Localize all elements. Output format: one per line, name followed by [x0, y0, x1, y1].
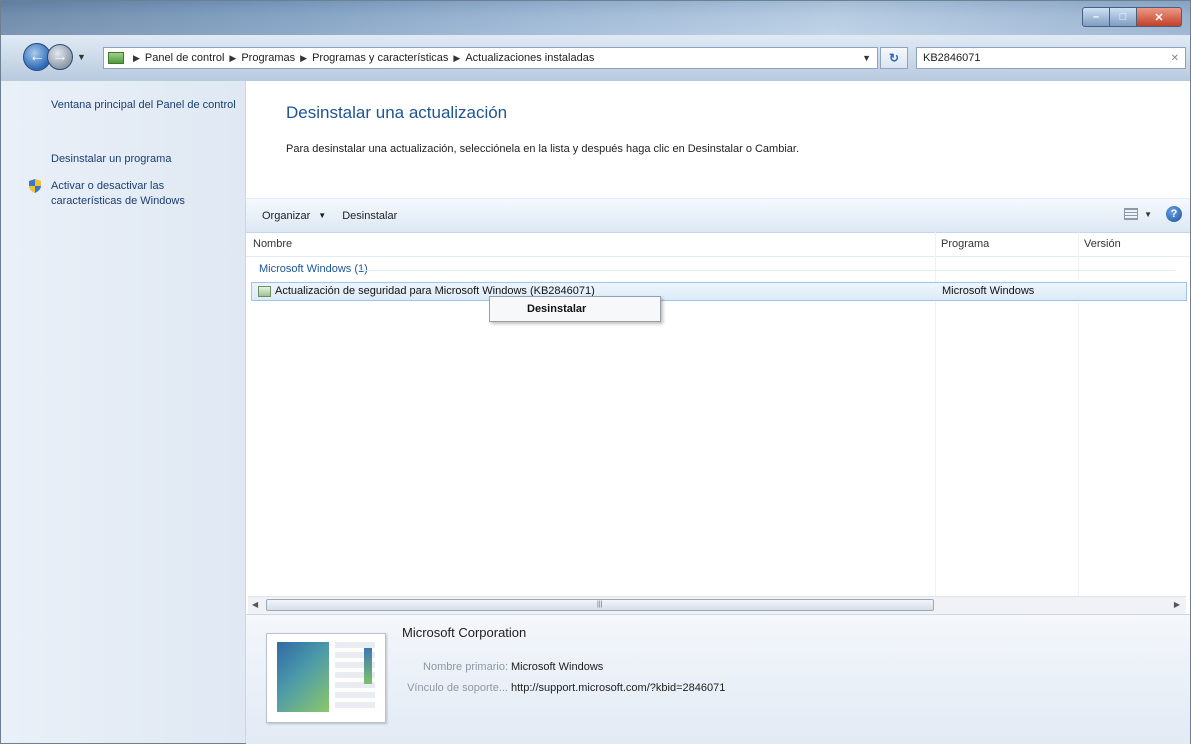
column-header-name[interactable]: Nombre	[253, 238, 292, 250]
navigation-buttons: ← → ▼	[23, 43, 86, 71]
sidebar-item-uninstall-program[interactable]: Desinstalar un programa	[51, 152, 236, 167]
details-company: Microsoft Corporation	[402, 625, 527, 640]
breadcrumb: ▶ Panel de control ▶ Programas ▶ Program…	[133, 52, 595, 64]
search-input[interactable]: KB2846071 ✕	[916, 47, 1186, 69]
context-menu: Desinstalar	[489, 296, 661, 322]
scrollbar-thumb[interactable]: |||	[266, 599, 934, 611]
sidebar-item-control-panel-home[interactable]: Ventana principal del Panel de control	[51, 98, 236, 113]
organize-button[interactable]: Organizar ▼	[262, 210, 326, 222]
chevron-down-icon: ▼	[318, 211, 327, 220]
scroll-right-icon[interactable]: ▶	[1174, 600, 1180, 609]
address-dropdown-icon[interactable]: ▼	[862, 53, 871, 63]
context-menu-uninstall[interactable]: Desinstalar	[527, 303, 586, 315]
explorer-window: – □ ✕ ← → ▼ ▶ Panel de control ▶ Program…	[0, 0, 1191, 744]
views-dropdown-icon[interactable]: ▼	[1144, 210, 1152, 219]
breadcrumb-item[interactable]: Programas y características	[312, 52, 448, 64]
program-thumbnail	[266, 633, 386, 723]
window-controls: – □ ✕	[1082, 7, 1182, 27]
scroll-left-icon[interactable]: ◀	[252, 600, 258, 609]
shield-icon	[29, 179, 41, 193]
support-link-label: Vínculo de soporte...	[407, 682, 508, 694]
update-icon	[258, 286, 271, 297]
support-link-value[interactable]: http://support.microsoft.com/?kbid=28460…	[511, 682, 725, 694]
help-icon[interactable]: ?	[1166, 206, 1182, 222]
uninstall-button[interactable]: Desinstalar	[342, 210, 397, 222]
command-bar: Organizar ▼ Desinstalar ▼ ?	[246, 198, 1190, 233]
forward-icon[interactable]: →	[47, 44, 73, 70]
group-header[interactable]: Microsoft Windows (1)	[259, 263, 368, 275]
search-value: KB2846071	[923, 52, 981, 64]
breadcrumb-item[interactable]: Panel de control	[145, 52, 225, 64]
page-title: Desinstalar una actualización	[286, 103, 508, 122]
maximize-button[interactable]: □	[1110, 7, 1137, 27]
close-button[interactable]: ✕	[1137, 7, 1182, 27]
group-divider	[356, 270, 1176, 271]
breadcrumb-item[interactable]: Actualizaciones instaladas	[465, 52, 594, 64]
column-headers: Nombre Programa Versión	[246, 232, 1190, 257]
clear-search-icon[interactable]: ✕	[1171, 53, 1179, 64]
sidebar-item-windows-features[interactable]: Activar o desactivar las características…	[51, 179, 236, 209]
views-icon[interactable]	[1124, 208, 1139, 220]
refresh-icon[interactable]: ↻	[880, 47, 908, 69]
address-bar[interactable]: ▶ Panel de control ▶ Programas ▶ Program…	[103, 47, 878, 69]
details-pane: Microsoft Corporation Nombre primario: M…	[246, 614, 1190, 744]
recent-pages-dropdown[interactable]: ▼	[77, 52, 86, 62]
page-description: Para desinstalar una actualización, sele…	[286, 143, 800, 155]
breadcrumb-item[interactable]: Programas	[241, 52, 295, 64]
main-content: Desinstalar una actualización Para desin…	[246, 81, 1190, 744]
column-header-program[interactable]: Programa	[941, 238, 989, 250]
minimize-button[interactable]: –	[1082, 7, 1110, 27]
table-row[interactable]: Actualización de seguridad para Microsof…	[251, 282, 1187, 301]
sidebar: Ventana principal del Panel de control D…	[1, 81, 246, 743]
title-bar-glass	[1, 1, 1190, 35]
row-program: Microsoft Windows	[942, 285, 1035, 297]
primary-name-value: Microsoft Windows	[511, 661, 604, 673]
column-header-version[interactable]: Versión	[1084, 238, 1121, 250]
primary-name-label: Nombre primario:	[423, 661, 508, 673]
horizontal-scrollbar[interactable]: ◀ ||| ▶	[248, 596, 1186, 614]
toolbar-right: ▼ ?	[1124, 206, 1182, 222]
organize-label: Organizar	[262, 209, 311, 222]
control-panel-icon	[108, 52, 124, 64]
